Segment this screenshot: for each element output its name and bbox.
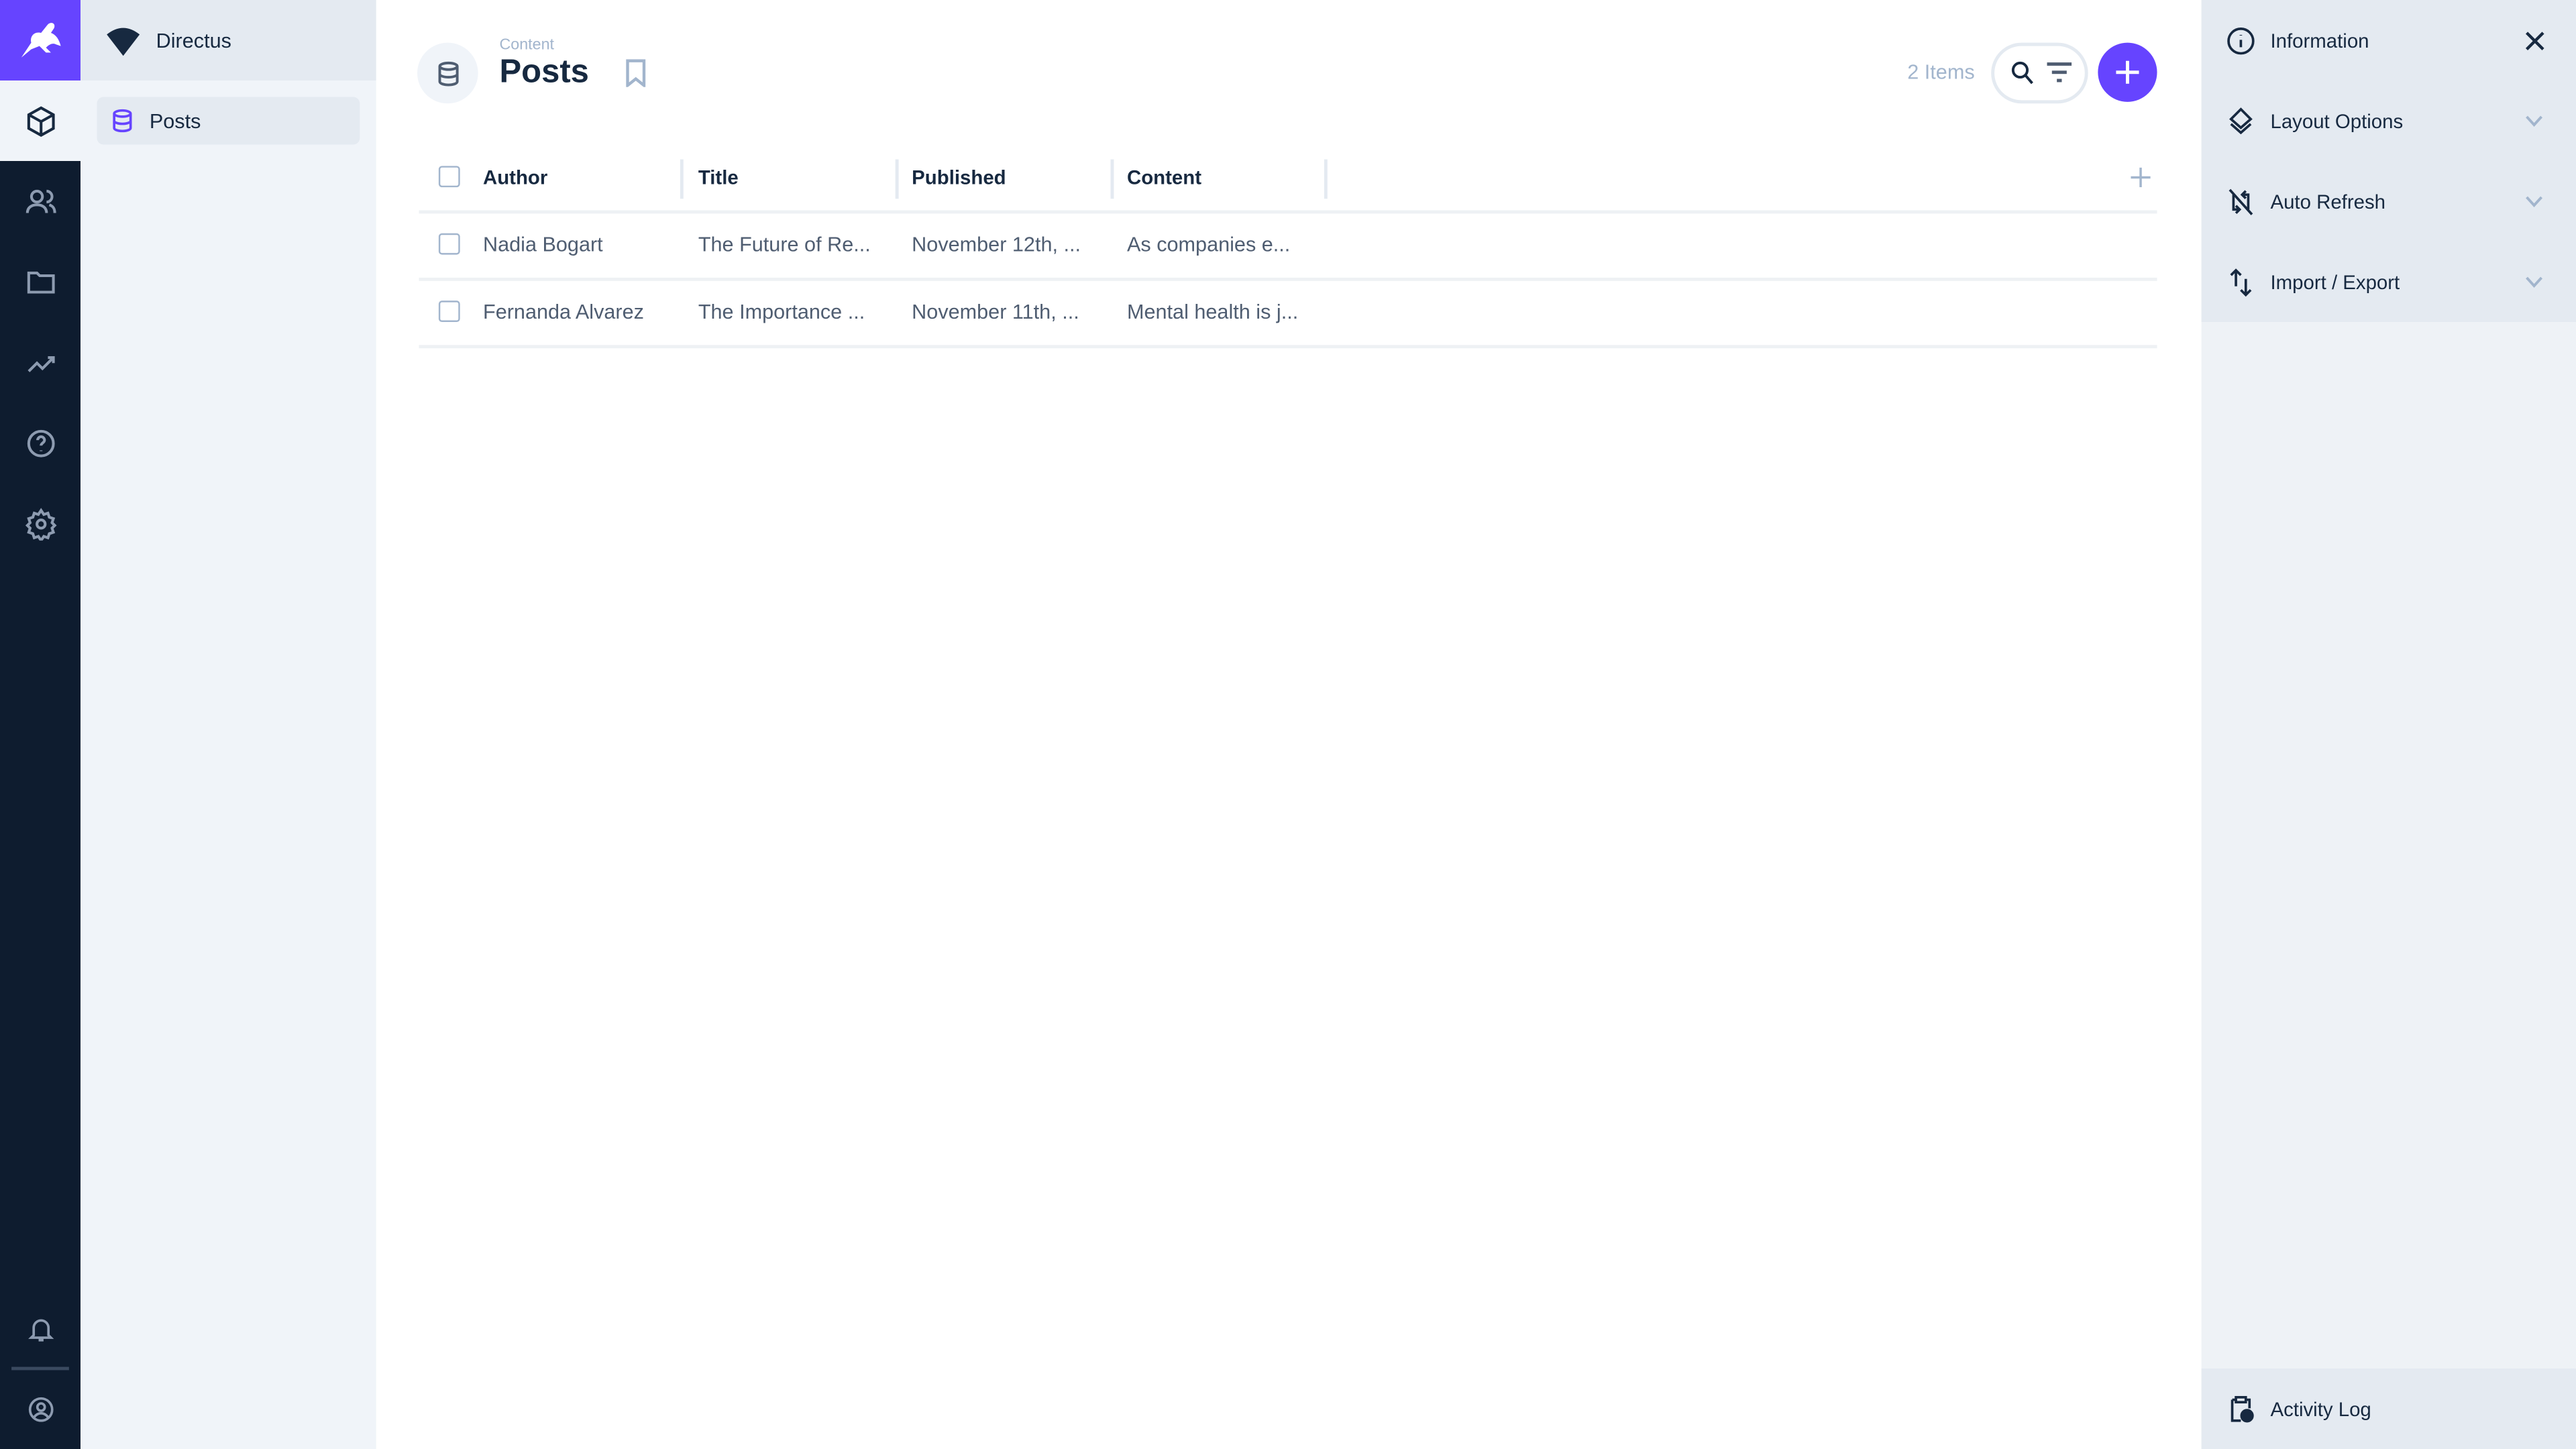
plus-icon [2116, 60, 2139, 84]
layers-icon [2229, 107, 2253, 133]
help-icon [26, 429, 54, 457]
bell-icon [27, 1318, 54, 1341]
cell-title: The Future of Re... [698, 233, 871, 257]
notifications-button[interactable] [0, 1288, 80, 1368]
chevron-down-icon [2526, 276, 2543, 287]
cell-author: Nadia Bogart [483, 233, 603, 257]
select-all-checkbox[interactable] [438, 166, 460, 188]
users-icon [25, 189, 56, 213]
column-resize-handle[interactable] [1324, 159, 1327, 199]
column-resize-handle[interactable] [1110, 159, 1114, 199]
module-insights[interactable] [0, 322, 80, 402]
project-name: Directus [156, 28, 231, 52]
project-header[interactable]: Directus [80, 0, 376, 81]
item-count: 2 Items [1907, 60, 1975, 84]
module-settings[interactable] [0, 483, 80, 564]
chevron-down-icon [2526, 115, 2543, 126]
sync-disabled-icon [2229, 188, 2253, 215]
sidebar-section-information[interactable]: Information [2201, 0, 2576, 81]
navigation-panel: Directus Posts [80, 0, 376, 1449]
module-files[interactable] [0, 241, 80, 322]
divider [419, 210, 2157, 214]
cell-published: November 11th, ... [912, 301, 1079, 324]
module-content[interactable] [0, 80, 81, 162]
nav-item-posts[interactable]: Posts [97, 97, 360, 145]
cell-published: November 12th, ... [912, 233, 1081, 257]
filter-icon[interactable] [2047, 61, 2072, 84]
column-resize-handle[interactable] [895, 159, 898, 199]
module-users[interactable] [0, 161, 80, 241]
sidebar-section-auto-refresh[interactable]: Auto Refresh [2201, 161, 2576, 242]
divider [419, 345, 2157, 349]
page-title: Posts [499, 54, 589, 91]
folder-icon [26, 270, 54, 293]
insights-icon [27, 355, 54, 372]
collection-icon-badge [417, 42, 478, 104]
section-label: Import / Export [2270, 270, 2400, 294]
row-checkbox[interactable] [438, 301, 460, 323]
section-label: Layout Options [2270, 109, 2404, 133]
section-label: Information [2270, 28, 2369, 52]
close-icon[interactable] [2525, 30, 2544, 50]
import-export-icon [2230, 268, 2252, 296]
add-field-icon[interactable] [2131, 167, 2151, 188]
cell-content: As companies e... [1127, 233, 1291, 257]
activity-log-icon [2231, 1395, 2254, 1422]
column-resize-handle[interactable] [680, 159, 683, 199]
chevron-down-icon [2526, 195, 2543, 207]
column-header-title[interactable]: Title [698, 166, 739, 189]
sidebar: Information Layout Options Auto Refresh … [2201, 0, 2576, 1449]
cube-icon [26, 105, 54, 136]
sidebar-section-layout-options[interactable]: Layout Options [2201, 80, 2576, 162]
info-icon [2227, 26, 2255, 54]
database-icon [437, 60, 458, 86]
main-content: Content Posts 2 Items Author Title Publi… [376, 0, 2202, 1449]
cell-title: The Importance ... [698, 301, 865, 324]
search-filter-pill [1991, 42, 2088, 104]
bookmark-icon[interactable] [625, 59, 647, 87]
search-icon[interactable] [2009, 59, 2035, 85]
project-logo-icon [107, 27, 140, 56]
nav-item-label: Posts [149, 109, 201, 133]
gear-icon [24, 506, 56, 540]
sidebar-section-import-export[interactable]: Import / Export [2201, 241, 2576, 323]
divider [419, 277, 2157, 281]
module-help[interactable] [0, 402, 80, 483]
column-header-author[interactable]: Author [483, 166, 547, 189]
column-header-content[interactable]: Content [1127, 166, 1201, 189]
row-checkbox[interactable] [438, 233, 460, 255]
module-bar [0, 0, 81, 1449]
breadcrumb[interactable]: Content [499, 36, 554, 54]
database-icon [113, 109, 132, 133]
cell-content: Mental health is j... [1127, 301, 1299, 324]
activity-log-label: Activity Log [2270, 1397, 2371, 1421]
rabbit-logo-icon [20, 21, 60, 57]
create-item-button[interactable] [2098, 42, 2157, 102]
cell-author: Fernanda Alvarez [483, 301, 644, 324]
column-header-published[interactable]: Published [912, 166, 1006, 189]
activity-log-button[interactable]: Activity Log [2201, 1368, 2576, 1449]
directus-logo[interactable] [0, 0, 81, 81]
user-avatar-icon [28, 1396, 53, 1421]
section-label: Auto Refresh [2270, 189, 2386, 213]
user-menu-button[interactable] [0, 1368, 80, 1449]
